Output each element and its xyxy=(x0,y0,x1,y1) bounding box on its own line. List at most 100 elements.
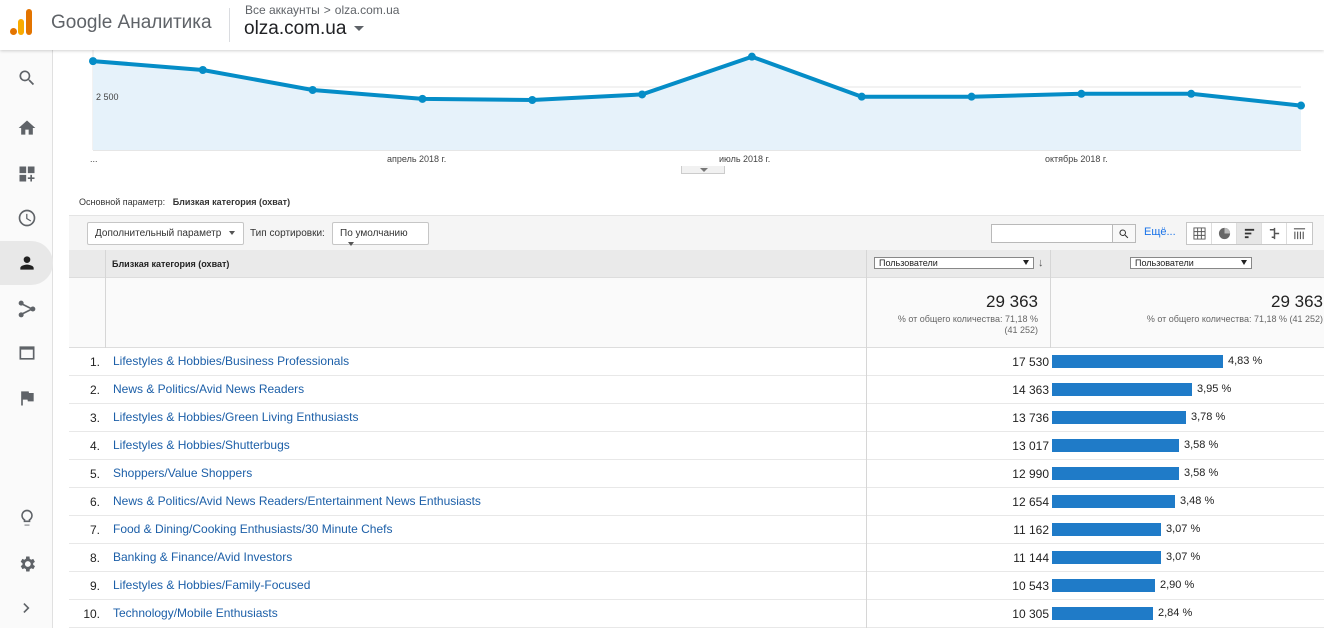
dropdown-arrow-icon xyxy=(348,242,354,247)
breadcrumb-account[interactable]: olza.com.ua xyxy=(335,3,400,17)
chart-point[interactable] xyxy=(528,96,537,104)
row-index: 2. xyxy=(89,383,100,397)
row-dimension-link[interactable]: Technology/Mobile Enthusiasts xyxy=(113,606,278,620)
secondary-dimension-label: Дополнительный параметр xyxy=(95,228,222,239)
row-dimension-link[interactable]: Food & Dining/Cooking Enthusiasts/30 Min… xyxy=(113,522,393,536)
chart-point[interactable] xyxy=(89,57,97,66)
metric1-select[interactable]: Пользователи xyxy=(874,257,1034,269)
dashboard-add-icon xyxy=(19,166,34,182)
row-dimension-link[interactable]: Lifestyles & Hobbies/Business Profession… xyxy=(113,354,349,368)
table-search-input[interactable] xyxy=(991,224,1113,243)
view-comparison-button[interactable] xyxy=(1262,223,1287,244)
analytics-logo[interactable] xyxy=(10,9,34,35)
chevron-right-icon xyxy=(22,603,29,613)
chart-point[interactable] xyxy=(418,94,427,103)
home-nav[interactable] xyxy=(0,106,53,150)
chart-point[interactable] xyxy=(1077,89,1086,98)
view-table-button[interactable] xyxy=(1187,223,1212,244)
sort-desc-icon[interactable]: ↓ xyxy=(1038,257,1044,269)
view-pie-button[interactable] xyxy=(1212,223,1237,244)
header-divider xyxy=(229,8,230,42)
comparison-icon xyxy=(1269,227,1279,240)
row-index: 6. xyxy=(89,495,100,509)
person-icon xyxy=(19,256,34,270)
metric1-total-share-text: % от общего количества: 71,18 % xyxy=(897,314,1038,324)
row-dimension-link[interactable]: Banking & Finance/Avid Investors xyxy=(113,550,292,564)
acquisition-nav[interactable] xyxy=(0,287,53,331)
breadcrumb-all-accounts[interactable]: Все аккаунты xyxy=(245,3,320,17)
table-toolbar: Дополнительный параметр Тип сортировки: … xyxy=(69,215,1324,250)
row-share-percent: 4,83 % xyxy=(1228,355,1263,367)
search-icon xyxy=(1119,229,1129,238)
metric2-header-cell: Пользователи xyxy=(1050,250,1324,278)
metric1-label: Пользователи xyxy=(879,258,938,268)
audience-nav[interactable] xyxy=(0,241,53,285)
customization-nav[interactable] xyxy=(0,152,53,196)
metric1-total-share-base: (41 252) xyxy=(1004,325,1038,335)
chart-point[interactable] xyxy=(638,90,647,99)
row-index: 3. xyxy=(89,411,100,425)
primary-dimension-value[interactable]: Близкая категория (охват) xyxy=(173,197,290,207)
chart-point[interactable] xyxy=(857,92,866,101)
row-users-value: 11 162 xyxy=(1013,523,1049,537)
discover-nav[interactable] xyxy=(0,496,53,540)
chart-point[interactable] xyxy=(747,52,756,61)
row-dimension-link[interactable]: News & Politics/Avid News Readers/Entert… xyxy=(113,494,481,508)
row-index: 8. xyxy=(89,551,100,565)
row-users-value: 10 305 xyxy=(1012,607,1049,621)
pivot-icon xyxy=(1293,228,1306,240)
search-nav[interactable] xyxy=(0,56,53,100)
metric1-header-cell: Пользователи xyxy=(866,250,1050,278)
view-performance-button[interactable] xyxy=(1237,223,1262,244)
row-share-bar xyxy=(1052,495,1175,508)
chart-point[interactable] xyxy=(967,92,976,101)
row-index: 5. xyxy=(89,467,100,481)
row-dimension-link[interactable]: News & Politics/Avid News Readers xyxy=(113,382,304,396)
row-share-percent: 3,07 % xyxy=(1166,551,1201,563)
row-users-value: 12 654 xyxy=(1012,495,1049,509)
row-index: 9. xyxy=(89,579,100,593)
view-pivot-button[interactable] xyxy=(1287,223,1312,244)
chart-resize-handle[interactable] xyxy=(681,166,725,174)
realtime-nav[interactable] xyxy=(0,196,53,240)
dimension-column-header[interactable]: Близкая категория (охват) xyxy=(105,250,866,278)
chart-point[interactable] xyxy=(198,66,207,74)
table-row: 3. Lifestyles & Hobbies/Green Living Enth… xyxy=(69,404,1324,432)
metric2-select[interactable]: Пользователи xyxy=(1130,257,1252,269)
behavior-nav[interactable] xyxy=(0,331,53,375)
users-line-chart: 2 500 ... апрель 2018 г. июль 2018 г. ок… xyxy=(53,50,1324,175)
chart-point[interactable] xyxy=(308,86,317,94)
admin-nav[interactable] xyxy=(0,542,53,586)
row-index: 1. xyxy=(89,355,100,369)
primary-dimension-label: Основной параметр: xyxy=(79,197,166,207)
row-dimension-link[interactable]: Lifestyles & Hobbies/Shutterbugs xyxy=(113,438,290,452)
row-dimension-link[interactable]: Lifestyles & Hobbies/Family-Focused xyxy=(113,578,310,592)
sidebar xyxy=(0,50,53,628)
sort-type-select[interactable]: По умолчанию xyxy=(332,222,429,247)
dropdown-arrow-icon xyxy=(1023,260,1029,265)
row-share-percent: 2,90 % xyxy=(1160,579,1195,591)
chart-point[interactable] xyxy=(1187,89,1196,98)
row-share-bar xyxy=(1052,411,1186,424)
table-row: 4. Lifestyles & Hobbies/Shutterbugs 13 017… xyxy=(69,432,1324,460)
row-index: 10. xyxy=(83,607,100,621)
chart-point[interactable] xyxy=(1297,101,1305,110)
row-share-bar xyxy=(1052,607,1153,620)
metric2-total: 29 363 xyxy=(1271,292,1323,311)
account-selector[interactable]: olza.com.ua xyxy=(244,18,365,40)
row-dimension-link[interactable]: Shoppers/Value Shoppers xyxy=(113,466,252,480)
table-row: 6. News & Politics/Avid News Readers/Ente… xyxy=(69,488,1324,516)
breadcrumb: Все аккаунты > olza.com.ua xyxy=(245,3,399,17)
row-dimension-link[interactable]: Lifestyles & Hobbies/Green Living Enthus… xyxy=(113,410,358,424)
secondary-dimension-button[interactable]: Дополнительный параметр xyxy=(87,222,244,245)
table-search-button[interactable] xyxy=(1112,224,1136,243)
table-row: 7. Food & Dining/Cooking Enthusiasts/30 M… xyxy=(69,516,1324,544)
row-users-value: 13 017 xyxy=(1012,439,1049,453)
expand-nav[interactable] xyxy=(0,586,53,628)
row-share-percent: 3,95 % xyxy=(1197,383,1232,395)
clock-icon xyxy=(18,209,35,227)
conversions-nav[interactable] xyxy=(0,376,53,420)
metric2-label: Пользователи xyxy=(1135,258,1194,268)
advanced-link[interactable]: Ещё... xyxy=(1144,226,1176,238)
row-index: 4. xyxy=(89,439,100,453)
